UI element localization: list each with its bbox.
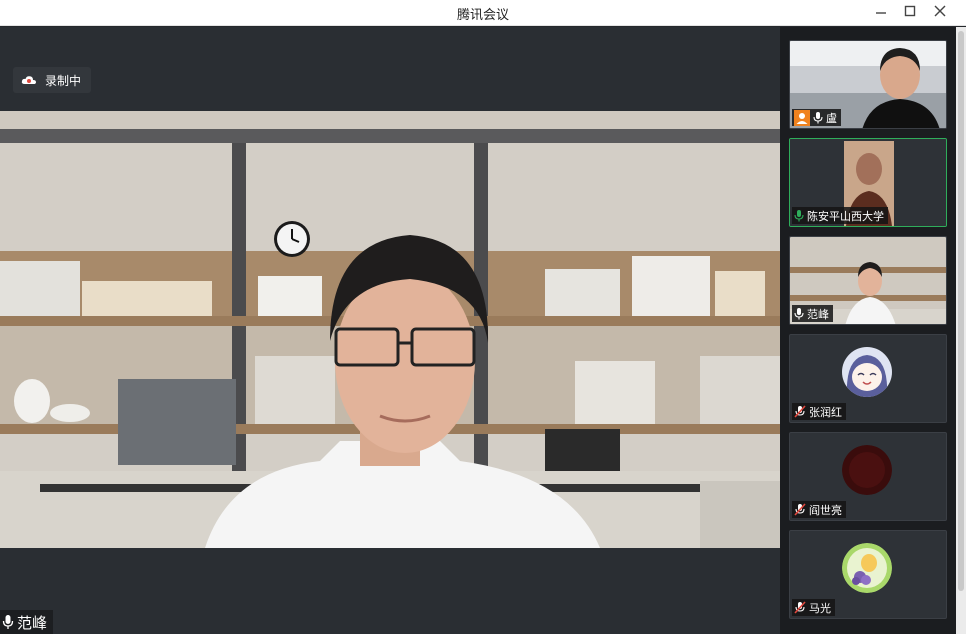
- avatar: [842, 347, 892, 397]
- microphone-icon: [794, 308, 804, 320]
- speaker-video: [0, 111, 780, 548]
- participant-name: 陈安平山西大学: [807, 209, 884, 223]
- recording-label: 录制中: [45, 73, 82, 88]
- microphone-muted-icon: [794, 405, 806, 418]
- participant-name: 阎世亮: [809, 503, 842, 517]
- microphone-icon: [813, 112, 823, 124]
- participant-gallery[interactable]: 盧 陈安平山西大学 范峰 张润红 阎世亮 马光: [780, 27, 956, 634]
- participant-name: 张润红: [809, 405, 842, 419]
- microphone-muted-icon: [794, 503, 806, 516]
- participant-nameplate: 阎世亮: [792, 501, 846, 518]
- minimize-icon: [876, 12, 886, 14]
- participant-nameplate: 范峰: [792, 305, 833, 322]
- participant-tile[interactable]: 盧: [789, 40, 947, 129]
- main-video-area[interactable]: 录制中 范峰: [0, 27, 780, 634]
- avatar: [842, 543, 892, 593]
- participant-tile[interactable]: 阎世亮: [789, 432, 947, 521]
- participant-name: 范峰: [807, 307, 829, 321]
- microphone-active-icon: [794, 210, 804, 222]
- cloud-record-icon: [21, 76, 36, 84]
- main-speaker-nameplate: 范峰: [0, 610, 54, 634]
- participant-nameplate: 马光: [792, 599, 835, 616]
- window-title: 腾讯会议: [456, 8, 509, 23]
- recording-indicator[interactable]: 录制中: [13, 67, 92, 93]
- participant-name: 盧: [826, 111, 837, 125]
- main-speaker-name: 范峰: [17, 613, 48, 632]
- host-badge-icon: [794, 109, 810, 126]
- microphone-icon: [2, 615, 14, 629]
- participant-tile[interactable]: 张润红: [789, 334, 947, 423]
- scrollbar-thumb[interactable]: [958, 31, 964, 591]
- participant-name: 马光: [809, 601, 831, 615]
- participant-tile[interactable]: 范峰: [789, 236, 947, 325]
- participant-nameplate: 盧: [792, 109, 841, 126]
- maximize-icon: [904, 5, 916, 17]
- participant-tile-active-speaker[interactable]: 陈安平山西大学: [789, 138, 947, 227]
- sidebar-scrollbar[interactable]: [956, 27, 966, 634]
- minimize-button[interactable]: [870, 3, 892, 23]
- title-bar: 腾讯会议: [0, 0, 966, 26]
- participant-tile[interactable]: 马光: [789, 530, 947, 619]
- avatar: [842, 445, 892, 495]
- microphone-muted-icon: [794, 601, 806, 614]
- close-icon: [934, 5, 946, 17]
- close-button[interactable]: [929, 3, 951, 23]
- participant-nameplate: 张润红: [792, 403, 846, 420]
- participant-nameplate: 陈安平山西大学: [792, 207, 888, 224]
- maximize-button[interactable]: [899, 3, 921, 23]
